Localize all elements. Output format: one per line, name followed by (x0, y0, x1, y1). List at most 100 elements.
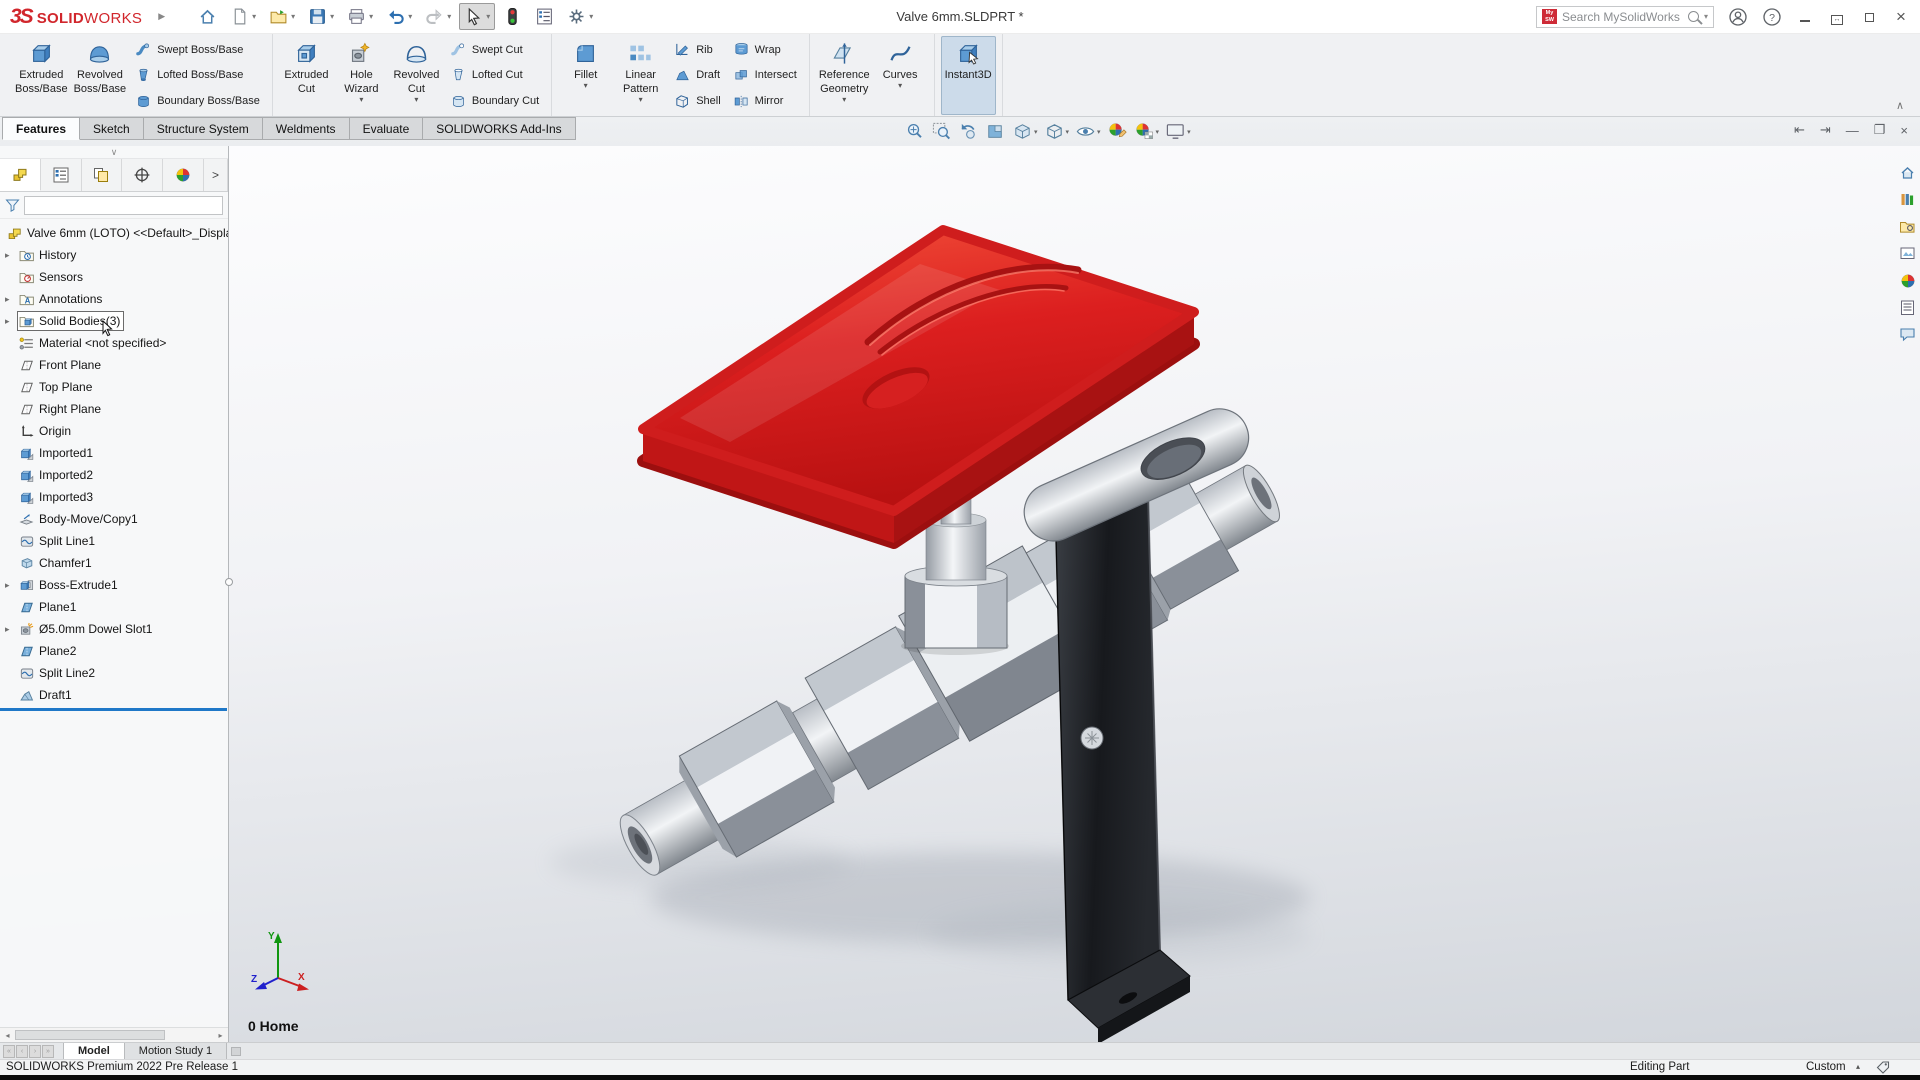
user-account-button[interactable] (1728, 7, 1748, 27)
configurationmanager-tab[interactable] (82, 159, 123, 191)
display-style-button[interactable]: ▾ (1043, 120, 1071, 143)
undo-button[interactable]: ▾ (381, 3, 417, 30)
tree-item-5-0mm-dowel-slot1[interactable]: ▸Ø5.0mm Dowel Slot1 (0, 618, 228, 640)
featuremanager-design-tree-tab[interactable] (0, 159, 41, 191)
view-orientation-button[interactable]: ▾ (1011, 120, 1039, 143)
go-to-end-button[interactable]: » (42, 1045, 54, 1058)
tab-strip-grip[interactable] (231, 1047, 241, 1056)
valve-3d-model[interactable] (0, 146, 1920, 1042)
dropdown-arrow-icon[interactable]: ▾ (1097, 128, 1101, 136)
hole-wizard-button[interactable]: HoleWizard▾ (334, 36, 389, 115)
tree-item-history[interactable]: ▸History (0, 244, 228, 266)
more-panel-tabs-tab[interactable]: > (204, 159, 228, 191)
tree-item-split-line2[interactable]: Split Line2 (0, 662, 228, 684)
boundary-boss-base-button[interactable]: Boundary Boss/Base (131, 89, 264, 113)
tab-sketch[interactable]: Sketch (80, 117, 144, 140)
edit-appearance-button[interactable] (1106, 120, 1129, 143)
view-palette-tab[interactable] (1899, 245, 1916, 265)
previous-key-button[interactable]: ‹ (16, 1045, 28, 1058)
tab-features[interactable]: Features (2, 117, 80, 140)
dropdown-arrow-icon[interactable]: ▾ (369, 12, 373, 21)
lofted-cut-button[interactable]: Lofted Cut (446, 63, 543, 87)
design-library-tab[interactable] (1899, 191, 1916, 211)
go-to-start-button[interactable]: « (3, 1045, 15, 1058)
units-dropdown-icon[interactable]: ▴ (1856, 1062, 1860, 1071)
fillet-button[interactable]: Fillet▾ (558, 36, 613, 115)
flyout-arrow-icon[interactable]: ▾ (359, 96, 363, 104)
revolved-cut-button[interactable]: RevolvedCut▾ (389, 36, 444, 115)
flyout-arrow-icon[interactable]: ▾ (584, 82, 588, 90)
tree-item-front-plane[interactable]: Front Plane (0, 354, 228, 376)
apply-scene-button[interactable]: ▾ (1133, 120, 1161, 143)
tree-filter-input[interactable] (24, 196, 223, 215)
flyout-arrow-icon[interactable]: ▾ (842, 96, 846, 104)
restore-window-button[interactable] (1860, 9, 1878, 25)
flyout-arrow-icon[interactable]: ▾ (414, 96, 418, 104)
dimxpertmanager-tab[interactable] (122, 159, 163, 191)
close-document-button[interactable]: × (1900, 123, 1908, 138)
dropdown-arrow-icon[interactable]: ▾ (1156, 128, 1160, 136)
scrollbar-thumb[interactable] (15, 1030, 165, 1040)
solidworks-resources-tab[interactable] (1899, 164, 1916, 184)
dropdown-arrow-icon[interactable]: ▾ (330, 12, 334, 21)
tab-solidworks-add-ins[interactable]: SOLIDWORKS Add-Ins (423, 117, 575, 140)
hide-show-items-button[interactable]: ▾ (1074, 120, 1102, 143)
expand-arrow-icon[interactable]: ▸ (5, 250, 19, 261)
file-properties-button[interactable] (530, 3, 559, 30)
split-windows-button[interactable]: ↔ (1828, 8, 1846, 25)
section-view-button[interactable] (984, 120, 1007, 143)
open-button[interactable]: ▾ (264, 3, 300, 30)
wrap-button[interactable]: Wrap (729, 38, 801, 62)
tree-item-solid-bodies-3[interactable]: ▸Solid Bodies(3) (0, 310, 228, 332)
units-selector[interactable]: Custom (1806, 1061, 1846, 1073)
intersect-button[interactable]: Intersect (729, 63, 801, 87)
custom-properties-tab[interactable] (1899, 299, 1916, 319)
panel-collapse-icon[interactable]: ∨ (0, 146, 228, 159)
curves-button[interactable]: Curves▾ (873, 36, 928, 115)
rollback-bar[interactable] (0, 708, 227, 711)
redo-button[interactable]: ▾ (420, 3, 456, 30)
print-button[interactable]: ▾ (342, 3, 378, 30)
dock-pane-right-button[interactable]: ⇥ (1820, 122, 1831, 138)
expand-arrow-icon[interactable]: ▸ (5, 624, 19, 635)
revolved-boss-base-button[interactable]: RevolvedBoss/Base (71, 36, 130, 115)
rebuild-button[interactable] (498, 3, 527, 30)
propertymanager-tab[interactable] (41, 159, 82, 191)
options-button[interactable]: ▾ (562, 3, 598, 30)
tree-item-split-line1[interactable]: Split Line1 (0, 530, 228, 552)
dropdown-arrow-icon[interactable]: ▾ (486, 12, 490, 21)
zoom-to-fit-button[interactable] (903, 120, 926, 143)
shell-button[interactable]: Shell (670, 89, 724, 113)
linear-pattern-button[interactable]: LinearPattern▾ (613, 36, 668, 115)
tree-item-chamfer1[interactable]: Chamfer1 (0, 552, 228, 574)
tree-item-imported2[interactable]: Imported2 (0, 464, 228, 486)
help-button[interactable]: ? (1762, 7, 1782, 27)
search-input[interactable]: MySW Search MySolidWorks ▾ (1536, 6, 1714, 28)
dropdown-arrow-icon[interactable]: ▾ (589, 12, 593, 21)
tree-item-annotations[interactable]: ▸AAnnotations (0, 288, 228, 310)
scroll-right-icon[interactable]: ▸ (213, 1028, 228, 1042)
search-dropdown-icon[interactable]: ▾ (1704, 12, 1708, 21)
reference-geometry-button[interactable]: ReferenceGeometry▾ (816, 36, 873, 115)
search-icon[interactable] (1688, 11, 1699, 22)
previous-view-button[interactable] (957, 120, 980, 143)
swept-cut-button[interactable]: Swept Cut (446, 38, 543, 62)
tree-item-body-move-copy1[interactable]: Body-Move/Copy1 (0, 508, 228, 530)
rib-button[interactable]: Rib (670, 38, 724, 62)
dropdown-arrow-icon[interactable]: ▾ (252, 12, 256, 21)
instant3d-button[interactable]: Instant3D (941, 36, 996, 115)
view-settings-button[interactable]: ▾ (1164, 120, 1192, 143)
dropdown-arrow-icon[interactable]: ▾ (1066, 128, 1070, 136)
home-button[interactable] (193, 3, 222, 30)
new-document-button[interactable]: ▾ (225, 3, 261, 30)
flyout-arrow-icon[interactable]: ▾ (639, 96, 643, 104)
tree-item-imported1[interactable]: Imported1 (0, 442, 228, 464)
appearances-scenes-tab[interactable] (1899, 272, 1916, 292)
tree-item-plane2[interactable]: Plane2 (0, 640, 228, 662)
boundary-cut-button[interactable]: Boundary Cut (446, 89, 543, 113)
expand-arrow-icon[interactable]: ▸ (5, 294, 19, 305)
zoom-to-area-button[interactable] (930, 120, 953, 143)
file-explorer-tab[interactable] (1899, 218, 1916, 238)
tree-item-imported3[interactable]: Imported3 (0, 486, 228, 508)
flyout-arrow-icon[interactable]: ▾ (898, 82, 902, 90)
